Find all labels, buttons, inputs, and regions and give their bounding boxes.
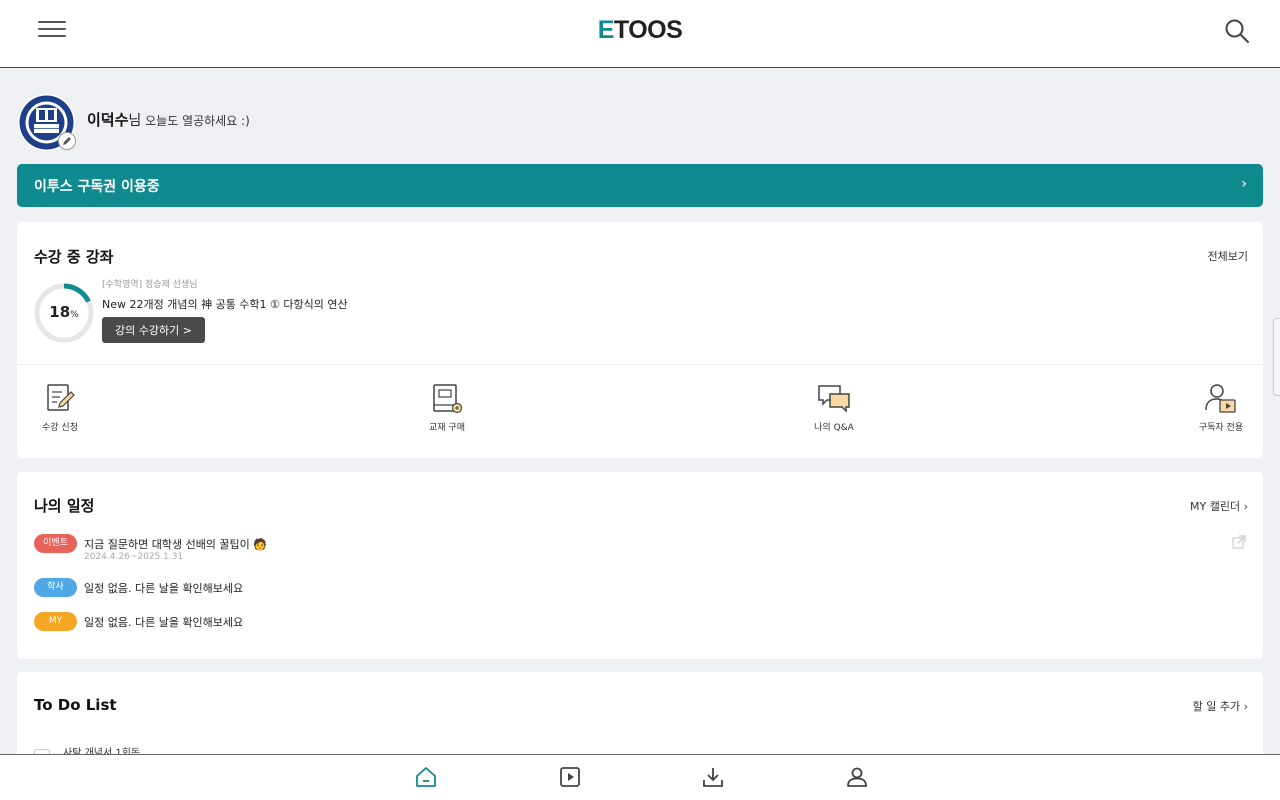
quick-menu-subscriber-only[interactable]: 구독자 전용 [1176,380,1266,433]
add-todo-link[interactable]: 할 일 추가 › [1193,698,1248,714]
chevron-right-icon: › [1243,700,1248,713]
bottom-navigation [0,754,1280,800]
book-icon [433,384,463,414]
my-schedule-card: 나의 일정 MY 캘린더 › 이벤트 지금 질문하면 대학생 선배의 꿀팁이 🧑… [17,472,1263,659]
scrollbar-handle[interactable] [1273,318,1280,396]
download-icon[interactable] [701,765,725,789]
pencil-note-icon [47,384,75,411]
external-link-icon[interactable] [1232,535,1246,549]
schedule-item-text: 지금 질문하면 대학생 선배의 꿀팁이 🧑 [84,538,267,551]
course-category: [수학영역] 정승제 선생님 [102,280,198,290]
course-name[interactable]: New 22개정 개념의 神 공통 수학1 ① 다항식의 연산 [102,296,348,312]
view-all-link[interactable]: 전체보기 [1208,248,1248,264]
search-icon[interactable] [1224,18,1250,44]
profile-section: 이덕수님 오늘도 열공하세요 :) [18,94,618,151]
chat-bubbles-icon [818,385,850,413]
main-content[interactable]: 이덕수님 오늘도 열공하세요 :) 이투스 구독권 이용중 › 수강 중 강좌 … [0,72,1280,754]
edit-profile-button[interactable] [58,132,76,150]
academic-badge: 학사 [34,578,77,597]
etoos-logo[interactable]: ETOOS [0,16,1280,45]
schedule-section-title: 나의 일정 [34,497,95,515]
schedule-item-text: 일정 없음. 다른 날을 확인해보세요 [84,616,244,629]
chevron-right-icon: › [1241,176,1247,192]
subscription-banner[interactable]: 이투스 구독권 이용중 › [17,164,1263,207]
todo-list-card: To Do List 할 일 추가 › 사탐 개념서 1회독 [17,672,1263,754]
event-badge: 이벤트 [34,534,77,553]
current-course-card: 수강 중 강좌 전체보기 18% [수학영역] 정승제 선생님 New 22개정… [17,222,1263,458]
play-icon[interactable] [558,765,582,789]
quick-menu-my-qna[interactable]: 나의 Q&A [789,380,879,433]
greeting-text: 이덕수님 오늘도 열공하세요 :) [87,111,250,129]
subscription-label: 이투스 구독권 이용중 [34,179,160,195]
user-play-icon [1205,384,1236,413]
user-name: 이덕수 [87,111,129,129]
top-header: ETOOS [0,0,1280,68]
quick-menu-book-purchase[interactable]: 교재 구매 [402,380,492,433]
progress-percentage: 18% [49,303,79,321]
schedule-item-text: 일정 없음. 다른 날을 확인해보세요 [84,582,244,595]
todo-item[interactable]: 사탐 개념서 1회독 [63,744,140,754]
quick-menu-enroll[interactable]: 수강 신청 [15,380,105,433]
schedule-item-date: 2024.4.26~2025.1.31 [84,552,184,562]
todo-section-title: To Do List [34,696,117,714]
user-icon[interactable] [845,765,869,789]
my-badge: MY [34,612,77,631]
chevron-right-icon: › [1243,500,1248,513]
start-lecture-button[interactable]: 강의 수강하기 > [102,317,205,343]
my-calendar-link[interactable]: MY 캘린더 › [1190,498,1248,514]
divider [17,364,1263,365]
home-icon[interactable] [414,765,438,789]
pencil-icon [63,137,71,145]
course-section-title: 수강 중 강좌 [34,248,114,266]
